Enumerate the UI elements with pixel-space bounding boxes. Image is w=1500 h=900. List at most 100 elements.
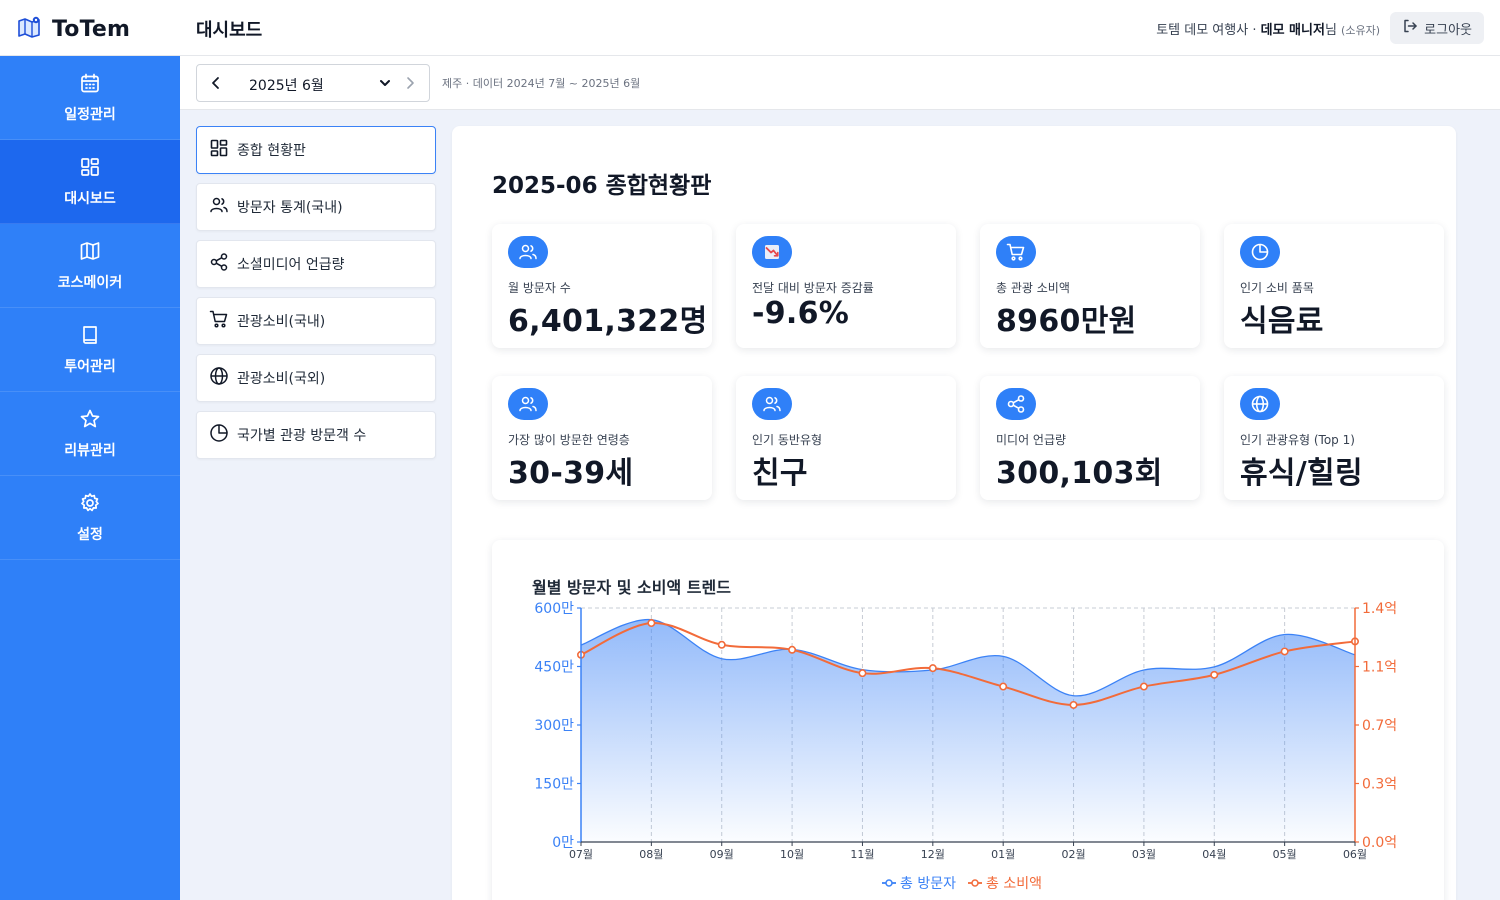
sidebar-item-schedule[interactable]: 일정관리 <box>0 56 180 140</box>
sidebar-item-label: 투어관리 <box>64 358 116 375</box>
chevron-down-icon[interactable] <box>377 75 393 95</box>
data-point-spending <box>1139 682 1148 691</box>
submenu-item-label: 관광소비(국내) <box>237 314 326 330</box>
kpi-label: 인기 소비 품목 <box>1240 281 1314 295</box>
x-tick-label: 05월 <box>1273 848 1297 861</box>
submenu-item-visitor-stats[interactable]: 방문자 통계(국내) <box>196 183 436 231</box>
users-icon <box>508 388 548 420</box>
right-tick-label: 0.7억 <box>1362 718 1397 734</box>
chevron-right-icon[interactable] <box>401 74 419 96</box>
submenu-item-label: 국가별 관광 방문객 수 <box>237 428 367 444</box>
globe-icon <box>209 366 229 390</box>
kpi-card-popular-item: 인기 소비 품목 식음료 <box>1224 224 1444 348</box>
grid-icon <box>79 156 101 182</box>
pie-icon <box>209 423 229 447</box>
kpi-value: 휴식/힐링 <box>1240 456 1363 491</box>
user-name: 데모 매니저 <box>1260 23 1325 38</box>
logo-icon <box>16 14 42 44</box>
x-tick-label: 11월 <box>850 848 874 861</box>
logout-button[interactable]: 로그아웃 <box>1390 12 1484 44</box>
data-point-spending <box>858 669 867 678</box>
submenu-item-overview[interactable]: 종합 현황판 <box>196 126 436 174</box>
legend-label: 총 방문자 <box>900 876 956 892</box>
sidebar-item-label: 일정관리 <box>64 106 116 123</box>
kpi-label: 월 방문자 수 <box>508 281 571 295</box>
kpi-value: 30-39세 <box>508 456 634 491</box>
brand[interactable]: ToTem <box>16 14 130 44</box>
kpi-card-top-age-group: 가장 많이 방문한 연령층 30-39세 <box>492 376 712 500</box>
data-point-spending <box>788 645 797 654</box>
kpi-label: 가장 많이 방문한 연령층 <box>508 433 630 447</box>
user-info: 토템 데모 여행사 · 데모 매니저님 (소유자) <box>1156 19 1380 38</box>
trend-chart[interactable]: 0만150만300만450만600만0.0억0.3억0.7억1.1억1.4억07… <box>492 540 1444 900</box>
star-icon <box>79 408 101 434</box>
submenu-item-label: 종합 현황판 <box>237 143 306 159</box>
top-bar: ToTem 대시보드 토템 데모 여행사 · 데모 매니저님 (소유자) 로그아… <box>0 0 1500 56</box>
data-point-spending <box>647 619 656 628</box>
month-select-value[interactable]: 2025년 6월 <box>249 75 324 95</box>
chevron-left-icon[interactable] <box>207 74 225 96</box>
submenu-item-social-mentions[interactable]: 소셜미디어 언급량 <box>196 240 436 288</box>
sidebar-item-dashboard[interactable]: 대시보드 <box>0 140 180 224</box>
book-icon <box>79 324 101 350</box>
sidebar-item-label: 리뷰관리 <box>64 442 116 459</box>
right-tick-label: 0.0억 <box>1362 835 1397 851</box>
submenu-item-domestic-spending[interactable]: 관광소비(국내) <box>196 297 436 345</box>
data-point-spending <box>1069 700 1078 709</box>
series-area-visitors <box>581 619 1355 842</box>
honorific: 님 <box>1324 23 1337 38</box>
x-tick-label: 10월 <box>780 848 804 861</box>
share-icon <box>209 252 229 276</box>
pie-icon <box>1240 236 1280 268</box>
kpi-card-companion-type: 인기 동반유형 친구 <box>736 376 956 500</box>
share-icon <box>996 388 1036 420</box>
users-icon <box>752 388 792 420</box>
dashboard-icon <box>209 138 229 162</box>
cart-icon <box>996 236 1036 268</box>
submenu-item-country-visitors[interactable]: 국가별 관광 방문객 수 <box>196 411 436 459</box>
data-point-spending <box>999 682 1008 691</box>
left-tick-label: 150만 <box>534 777 574 793</box>
kpi-value: 8960만원 <box>996 304 1137 339</box>
sidebar-item-label: 코스메이커 <box>57 274 123 291</box>
kpi-card-tour-type: 인기 관광유형 (Top 1) 휴식/힐링 <box>1224 376 1444 500</box>
map-icon <box>79 240 101 266</box>
kpi-card-visitor-change: 전달 대비 방문자 증감률 -9.6% <box>736 224 956 348</box>
kpi-card-total-spending: 총 관광 소비액 8960만원 <box>980 224 1200 348</box>
kpi-value: 300,103회 <box>996 456 1163 491</box>
sidebar-item-settings[interactable]: 설정 <box>0 476 180 560</box>
dashboard-submenu: 종합 현황판 방문자 통계(국내) 소셜미디어 언급량 관광소비(국내) 관광소… <box>196 126 436 468</box>
x-tick-label: 04월 <box>1202 848 1226 861</box>
logout-label: 로그아웃 <box>1424 22 1472 38</box>
users-icon <box>508 236 548 268</box>
legend-label: 총 소비액 <box>986 876 1042 892</box>
calendar-icon <box>79 72 101 98</box>
kpi-card-media-mentions: 미디어 언급량 300,103회 <box>980 376 1200 500</box>
sidebar-item-reviews[interactable]: 리뷰관리 <box>0 392 180 476</box>
users-icon <box>209 195 229 219</box>
kpi-label: 전달 대비 방문자 증감률 <box>752 281 874 295</box>
kpi-value: 식음료 <box>1240 304 1324 339</box>
legend-marker-dot <box>885 879 893 887</box>
globe-icon <box>1240 388 1280 420</box>
user-role: (소유자) <box>1341 24 1380 37</box>
sub-bar: 2025년 6월 제주 · 데이터 2024년 7월 ~ 2025년 6월 <box>180 56 1500 110</box>
x-tick-label: 03월 <box>1132 848 1156 861</box>
month-picker[interactable]: 2025년 6월 <box>196 64 430 102</box>
sidebar-item-label: 설정 <box>77 526 103 543</box>
sidebar-item-coursemaker[interactable]: 코스메이커 <box>0 224 180 308</box>
right-tick-label: 0.3억 <box>1362 777 1397 793</box>
page-title: 대시보드 <box>196 20 263 41</box>
sidebar-item-tours[interactable]: 투어관리 <box>0 308 180 392</box>
right-tick-label: 1.4억 <box>1362 601 1397 617</box>
submenu-item-label: 소셜미디어 언급량 <box>237 257 345 273</box>
separator: · <box>1248 23 1261 38</box>
x-tick-label: 06월 <box>1343 848 1367 861</box>
left-tick-label: 600만 <box>534 601 574 617</box>
kpi-label: 인기 동반유형 <box>752 433 823 447</box>
sidebar-item-label: 대시보드 <box>64 190 116 207</box>
data-point-spending <box>928 664 937 673</box>
kpi-card-monthly-visitors: 월 방문자 수 6,401,322명 <box>492 224 712 348</box>
x-tick-label: 02월 <box>1061 848 1085 861</box>
submenu-item-foreign-spending[interactable]: 관광소비(국외) <box>196 354 436 402</box>
